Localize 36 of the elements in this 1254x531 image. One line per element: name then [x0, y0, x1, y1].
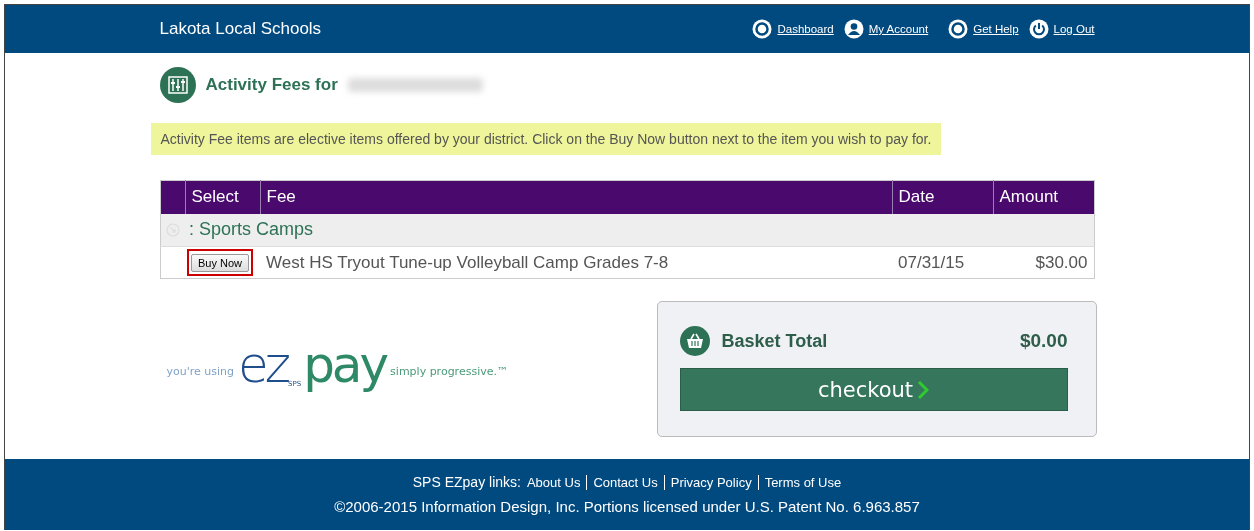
group-label: : Sports Camps — [185, 213, 1094, 247]
column-header: Amount — [993, 180, 1094, 214]
copyright-text: ©2006-2015 Information Design, Inc. Portions licensed under U.S. Patent No. 6.963.857 — [334, 498, 920, 515]
info-notice: Activity Fee items are elective items offered by your district. Click on the Buy Now button next to the item you wish to pay for. — [150, 123, 942, 155]
logo-tagline: simply progressive.™ — [390, 365, 508, 378]
footer-link[interactable]: Contact Us — [586, 475, 658, 490]
table-cell: $30.00 — [993, 246, 1094, 279]
page-heading: Activity Fees for — [205, 75, 338, 95]
column-header: Select — [185, 180, 260, 214]
user-icon — [843, 19, 864, 39]
basket-total-label: Basket Total — [721, 330, 829, 352]
footer-link[interactable]: Privacy Policy — [663, 475, 752, 490]
checkout-button[interactable]: checkout — [679, 368, 1068, 411]
footer-link[interactable]: Terms of Use — [757, 475, 842, 490]
buy-now-button[interactable]: Buy Now — [191, 254, 250, 272]
column-header: Date — [892, 180, 993, 214]
lifebuoy-icon — [752, 19, 773, 39]
power-icon — [1028, 19, 1049, 39]
basket-total-amount: $0.00 — [1019, 330, 1068, 352]
footer-link[interactable]: About Us — [526, 475, 581, 490]
nav-link[interactable]: My Account — [843, 19, 929, 39]
table-cell: 07/31/15 — [892, 246, 993, 279]
footer-label: SPS EZpay links: — [412, 474, 521, 490]
nav-link[interactable]: Get Help — [948, 19, 1019, 39]
logo-pay: pay — [303, 340, 387, 390]
table-cell: West HS Tryout Tune-up Volleyball Camp Grades 7-8 — [260, 246, 892, 279]
nav-link[interactable]: Log Out — [1028, 19, 1095, 39]
logo-ez: ez — [238, 340, 287, 390]
lifebuoy-icon — [948, 19, 969, 39]
chevron-icon — [917, 379, 930, 400]
column-header: Fee — [260, 180, 892, 214]
site-title: Lakota Local Schools — [159, 19, 322, 39]
logo-tagline: you're using — [166, 365, 234, 378]
basket-icon — [679, 326, 710, 356]
nav-link[interactable]: Dashboard — [752, 19, 834, 39]
sliders-icon — [159, 67, 196, 103]
